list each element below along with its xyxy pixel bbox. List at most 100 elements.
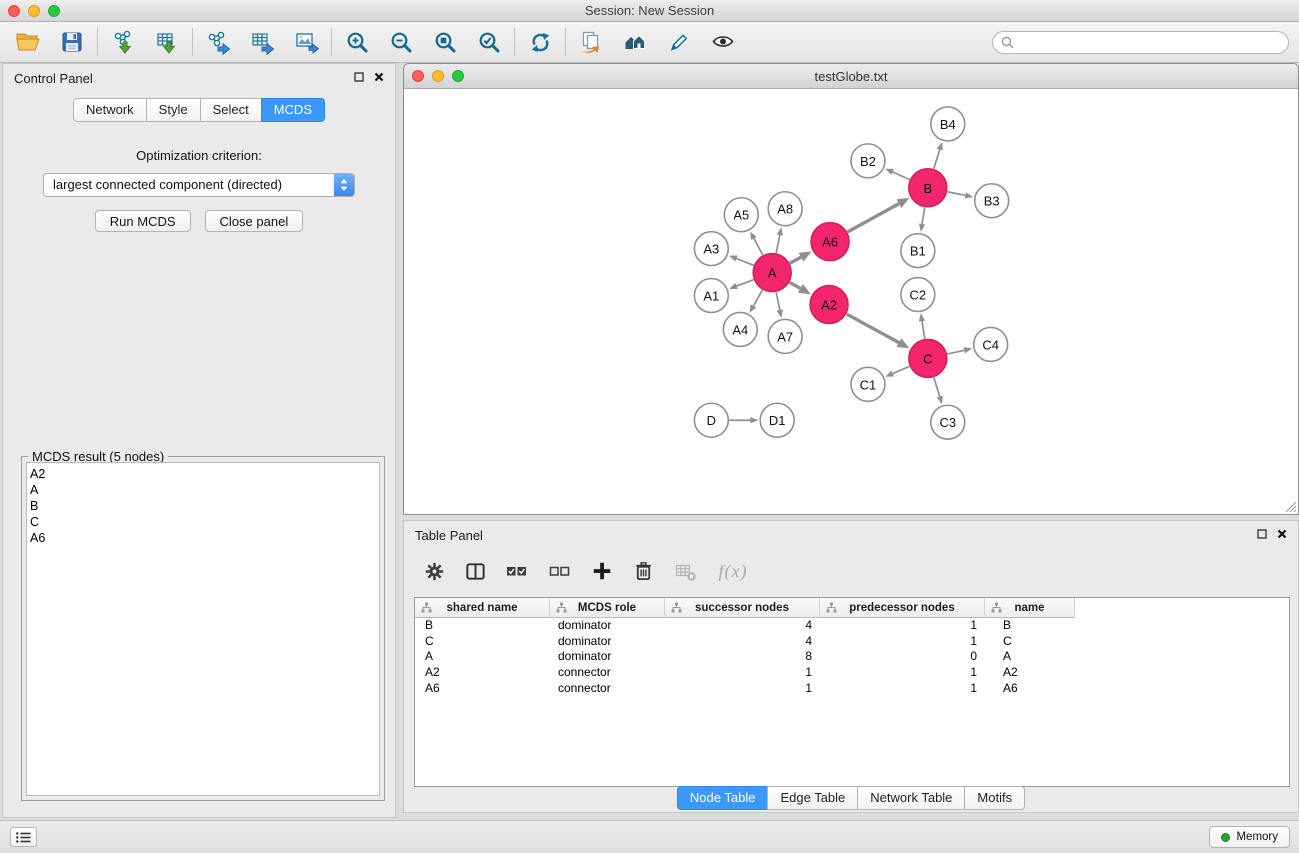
table-cell[interactable]: C: [415, 634, 550, 650]
table-cell[interactable]: dominator: [550, 649, 665, 665]
table-cell[interactable]: 1: [820, 634, 985, 650]
table-cell[interactable]: 8: [665, 649, 820, 665]
table-cell[interactable]: 1: [820, 618, 985, 634]
table-row[interactable]: Adominator80A: [415, 649, 1289, 665]
edge-A-A5[interactable]: [754, 238, 763, 255]
node-A4[interactable]: A4: [723, 312, 757, 346]
column-header-successor-nodes[interactable]: successor nodes: [665, 598, 820, 618]
node-A6[interactable]: A6: [811, 223, 849, 261]
edge-C-C2[interactable]: [922, 321, 925, 338]
node-A[interactable]: A: [753, 254, 791, 292]
network-graph[interactable]: B4B2BB3A5A8A6B1A3AC2A1A2A4A7C4CC1C3DD1: [404, 90, 1298, 514]
node-C2[interactable]: C2: [901, 278, 935, 312]
table-cell[interactable]: B: [985, 618, 1075, 634]
zoom-out-icon[interactable]: [385, 26, 417, 58]
search-box[interactable]: [992, 31, 1289, 54]
float-panel-icon[interactable]: [353, 71, 365, 86]
mcds-result-item[interactable]: C: [30, 514, 379, 530]
show-columns-icon[interactable]: [463, 555, 487, 587]
deselect-all-icon[interactable]: [547, 555, 573, 587]
edge-B-B1[interactable]: [922, 208, 925, 224]
table-cell[interactable]: 0: [820, 649, 985, 665]
maximize-window-button[interactable]: [48, 5, 60, 17]
table-cell[interactable]: connector: [550, 665, 665, 681]
export-network-icon[interactable]: [202, 26, 234, 58]
edge-A-A4[interactable]: [753, 290, 762, 306]
edge-B-B3[interactable]: [947, 192, 965, 196]
table-cell[interactable]: dominator: [550, 618, 665, 634]
node-D[interactable]: D: [694, 403, 728, 437]
column-header-predecessor-nodes[interactable]: predecessor nodes: [820, 598, 985, 618]
export-image-icon[interactable]: [290, 26, 322, 58]
network-window-titlebar[interactable]: testGlobe.txt: [404, 64, 1298, 89]
delete-columns-icon[interactable]: [631, 555, 655, 587]
apply-layout-icon[interactable]: [524, 26, 556, 58]
table-cell[interactable]: 1: [665, 665, 820, 681]
edge-A-A1[interactable]: [737, 280, 754, 286]
tab-edge-table[interactable]: Edge Table: [767, 786, 858, 810]
edge-A-A7[interactable]: [776, 292, 780, 310]
edge-A-A6[interactable]: [790, 257, 801, 263]
table-cell[interactable]: C: [985, 634, 1075, 650]
edge-A-A2[interactable]: [790, 282, 801, 288]
zoom-in-icon[interactable]: [341, 26, 373, 58]
node-A7[interactable]: A7: [768, 319, 802, 353]
node-C[interactable]: C: [909, 339, 947, 377]
network-close-button[interactable]: [412, 70, 424, 82]
tab-mcds[interactable]: MCDS: [261, 98, 325, 122]
table-row[interactable]: Cdominator41C: [415, 634, 1289, 650]
table-cell[interactable]: connector: [550, 681, 665, 697]
close-panel-button[interactable]: Close panel: [205, 210, 304, 232]
node-A1[interactable]: A1: [694, 279, 728, 313]
network-canvas[interactable]: B4B2BB3A5A8A6B1A3AC2A1A2A4A7C4CC1C3DD1: [404, 90, 1298, 514]
table-cell[interactable]: A6: [415, 681, 550, 697]
table-cell[interactable]: A6: [985, 681, 1075, 697]
mcds-result-item[interactable]: B: [30, 498, 379, 514]
table-cell[interactable]: B: [415, 618, 550, 634]
export-table-icon[interactable]: [246, 26, 278, 58]
node-B1[interactable]: B1: [901, 234, 935, 268]
memory-button[interactable]: Memory: [1209, 826, 1290, 848]
table-cell[interactable]: 1: [820, 665, 985, 681]
node-A2[interactable]: A2: [810, 286, 848, 324]
node-B4[interactable]: B4: [931, 107, 965, 141]
search-input[interactable]: [1019, 36, 1280, 50]
node-C3[interactable]: C3: [931, 405, 965, 439]
tab-style[interactable]: Style: [146, 98, 201, 122]
edge-C-C1[interactable]: [893, 366, 910, 373]
edge-C-C4[interactable]: [947, 350, 964, 354]
run-mcds-button[interactable]: Run MCDS: [95, 210, 191, 232]
table-cell[interactable]: 4: [665, 634, 820, 650]
resize-grip-icon[interactable]: [1285, 501, 1297, 513]
mcds-result-item[interactable]: A2: [30, 466, 379, 482]
add-column-icon[interactable]: [590, 555, 614, 587]
node-A3[interactable]: A3: [694, 232, 728, 266]
node-B2[interactable]: B2: [851, 144, 885, 178]
node-C1[interactable]: C1: [851, 367, 885, 401]
column-header-MCDS-role[interactable]: MCDS role: [550, 598, 665, 618]
save-session-icon[interactable]: [56, 26, 88, 58]
close-window-button[interactable]: [8, 5, 20, 17]
zoom-fit-icon[interactable]: [429, 26, 461, 58]
table-settings-gear-icon[interactable]: [422, 555, 446, 587]
documents-arrow-icon[interactable]: [575, 26, 607, 58]
table-row[interactable]: Bdominator41B: [415, 618, 1289, 634]
edge-A2-C[interactable]: [847, 314, 899, 343]
node-C4[interactable]: C4: [974, 327, 1008, 361]
table-cell[interactable]: 1: [820, 681, 985, 697]
tab-network-table[interactable]: Network Table: [857, 786, 965, 810]
float-table-panel-icon[interactable]: [1256, 528, 1268, 543]
select-all-icon[interactable]: [504, 555, 530, 587]
pencil-icon[interactable]: [663, 26, 695, 58]
column-header-shared-name[interactable]: shared name: [415, 598, 550, 618]
minimize-window-button[interactable]: [28, 5, 40, 17]
table-cell[interactable]: 1: [665, 681, 820, 697]
table-cell[interactable]: 4: [665, 618, 820, 634]
table-cell[interactable]: A: [415, 649, 550, 665]
tab-network[interactable]: Network: [73, 98, 147, 122]
edge-B-B4[interactable]: [934, 150, 940, 169]
edge-A6-B[interactable]: [848, 204, 899, 232]
column-header-name[interactable]: name: [985, 598, 1075, 618]
import-network-icon[interactable]: [107, 26, 139, 58]
table-cell[interactable]: A2: [415, 665, 550, 681]
